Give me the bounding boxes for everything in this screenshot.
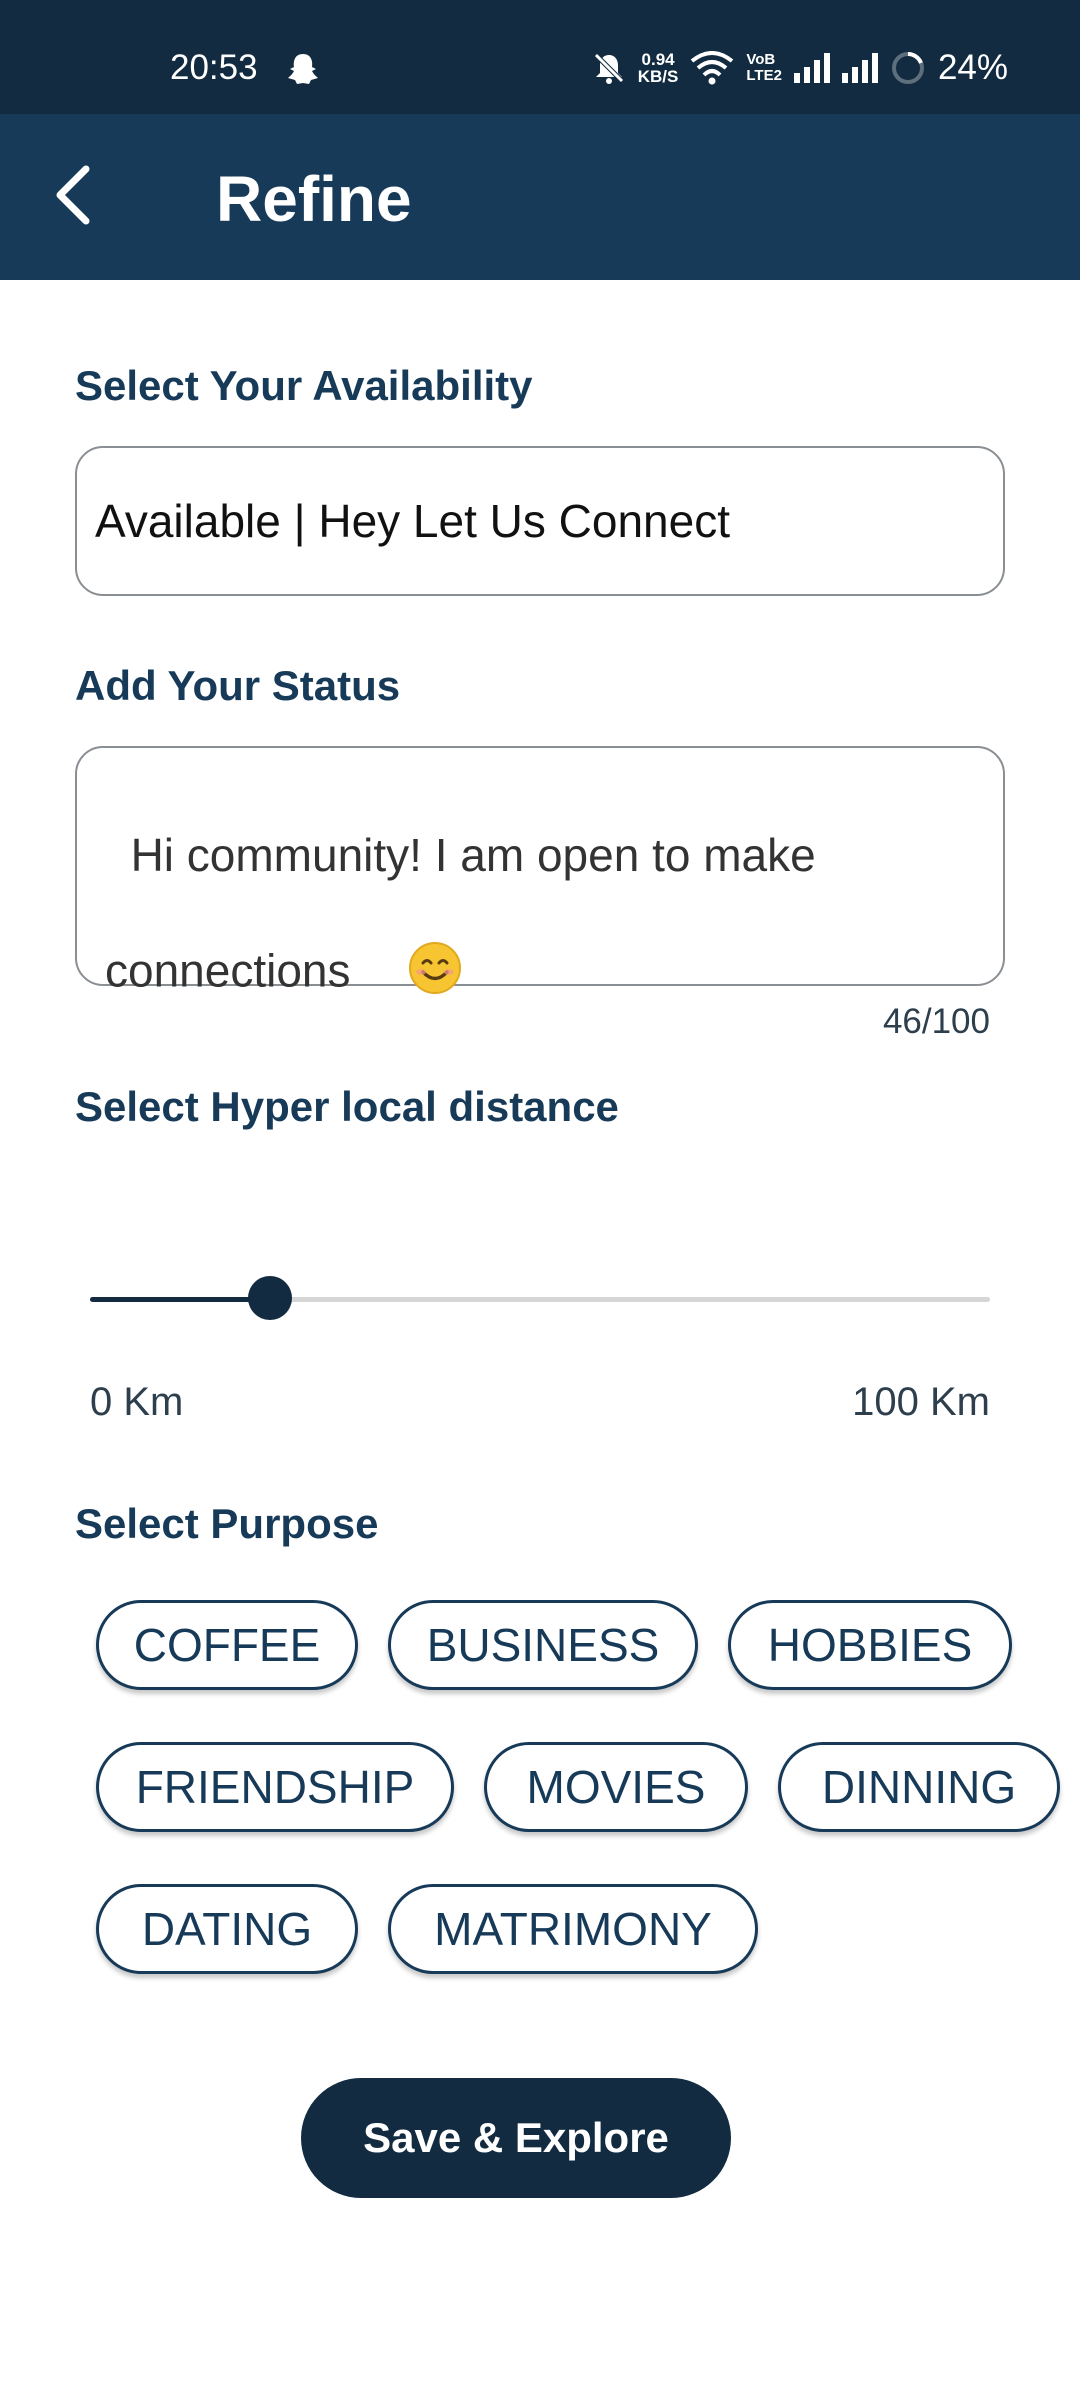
availability-field[interactable]: Available | Hey Let Us Connect xyxy=(75,446,1005,596)
slider-min-label: 0 Km xyxy=(90,1380,184,1424)
slider-thumb[interactable] xyxy=(248,1276,292,1320)
signal-icon xyxy=(793,53,830,83)
net-speed-value: 0.94 xyxy=(641,50,675,69)
slider-fill xyxy=(90,1297,270,1302)
volte-top: VoB xyxy=(746,51,776,68)
battery-level: 24% xyxy=(937,48,1008,87)
chip-dinning[interactable]: DINNING xyxy=(778,1742,1060,1832)
purpose-chips: COFFEE BUSINESS HOBBIES FRIENDSHIP MOVIE… xyxy=(96,1600,1076,2026)
distance-slider[interactable] xyxy=(90,1276,990,1320)
app-bar: Refine xyxy=(0,114,1080,280)
page-title: Refine xyxy=(216,163,412,235)
chip-row: COFFEE BUSINESS HOBBIES xyxy=(96,1600,1076,1690)
chip-hobbies[interactable]: HOBBIES xyxy=(728,1600,1012,1690)
snapchat-icon xyxy=(286,52,320,88)
chip-movies[interactable]: MOVIES xyxy=(484,1742,748,1832)
wifi-icon xyxy=(690,51,734,85)
chip-row: DATING MATRIMONY xyxy=(96,1884,1076,1974)
save-explore-button[interactable]: Save & Explore xyxy=(301,2078,731,2198)
status-time: 20:53 xyxy=(170,48,258,87)
char-counter: 46/100 xyxy=(882,1002,990,1041)
signal-icon xyxy=(841,53,878,83)
chip-business[interactable]: BUSINESS xyxy=(388,1600,698,1690)
status-bar: 20:53 0.94 KB/S VoB LTE2 24% xyxy=(0,0,1080,114)
smiley-emoji-icon xyxy=(357,884,462,1065)
volte-bottom: LTE2 xyxy=(746,67,782,84)
distance-label: Select Hyper local distance xyxy=(75,1083,619,1130)
availability-value: Available | Hey Let Us Connect xyxy=(95,495,730,547)
battery-icon xyxy=(890,50,926,86)
chevron-left-icon xyxy=(56,165,90,225)
net-speed: 0.94 KB/S xyxy=(638,51,679,85)
status-text: Hi community! I am open to make connecti… xyxy=(105,829,829,997)
chip-row: FRIENDSHIP MOVIES DINNING xyxy=(96,1742,1076,1832)
chip-coffee[interactable]: COFFEE xyxy=(96,1600,358,1690)
chip-friendship[interactable]: FRIENDSHIP xyxy=(96,1742,454,1832)
status-textarea[interactable]: Hi community! I am open to make connecti… xyxy=(75,746,1005,997)
availability-label: Select Your Availability xyxy=(75,362,533,409)
slider-max-label: 100 Km xyxy=(852,1380,990,1424)
status-icons: 0.94 KB/S VoB LTE2 24% xyxy=(592,48,1008,88)
volte-indicator: VoB LTE2 xyxy=(746,52,782,84)
back-button[interactable] xyxy=(38,160,108,230)
status-label: Add Your Status xyxy=(75,662,401,709)
chip-dating[interactable]: DATING xyxy=(96,1884,358,1974)
chip-matrimony[interactable]: MATRIMONY xyxy=(388,1884,758,1974)
purpose-label: Select Purpose xyxy=(75,1500,379,1547)
net-speed-unit: KB/S xyxy=(637,67,679,86)
mute-icon xyxy=(592,51,626,85)
